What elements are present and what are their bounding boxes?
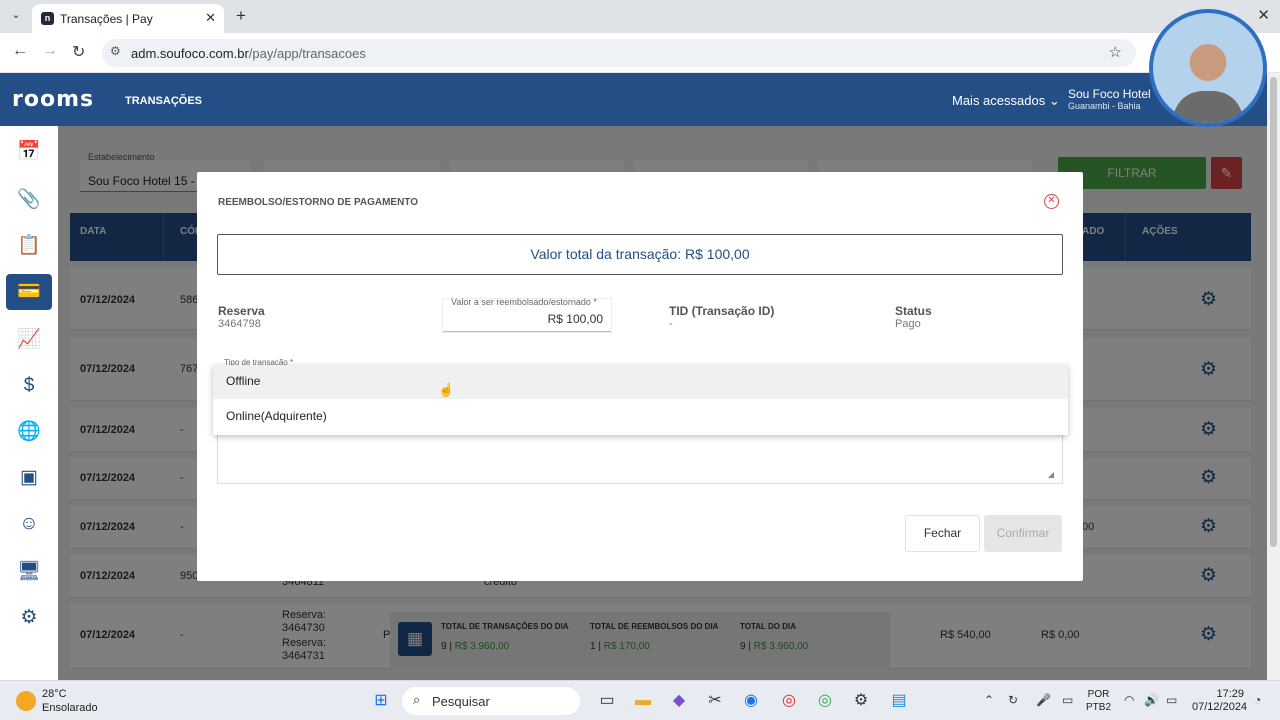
chart-icon[interactable]: 📈 bbox=[6, 322, 52, 358]
chevron-up-icon[interactable]: ⌃ bbox=[984, 693, 994, 707]
modal-title: REEMBOLSO/ESTORNO DE PAGAMENTO bbox=[218, 197, 419, 208]
transaction-type-dropdown: Offline Online(Adquirente) bbox=[213, 365, 1068, 435]
notifications-icon[interactable]: ◔ bbox=[1254, 693, 1261, 707]
snipping-tool-icon[interactable]: ✂ bbox=[704, 690, 726, 712]
search-icon: ⌕ bbox=[413, 692, 421, 707]
mais-acessados-menu[interactable]: Mais acessados ⌄ bbox=[952, 93, 1060, 109]
scrollbar-thumb[interactable] bbox=[1270, 77, 1277, 547]
close-icon[interactable]: ✕ bbox=[1044, 194, 1059, 209]
favicon-icon: n bbox=[41, 12, 54, 25]
notepad-icon[interactable]: ▤ bbox=[888, 690, 910, 712]
url-input[interactable]: ⚙ adm.soufoco.com.br/pay/app/transacoes … bbox=[102, 39, 1136, 67]
back-icon[interactable]: ← bbox=[12, 42, 28, 60]
display-icon[interactable]: ▭ bbox=[1062, 693, 1073, 707]
windows-taskbar: 28°C Ensolarado ⊞ ⌕ Pesquisar ▭ ▬ ◆ ✂ ◉ … bbox=[0, 680, 1280, 720]
chevron-down-icon: ⌄ bbox=[1048, 93, 1060, 108]
window-close-icon[interactable]: ✕ bbox=[1257, 6, 1270, 24]
status-label: Status bbox=[895, 304, 932, 318]
browser-tabbar: ⌄ n Transações | Pay ✕ + ✕ bbox=[0, 0, 1280, 33]
sidebar: 📅 📎 📋 💳 📈 $ 🌐 ▣ ☺ 🖥 ⚙ bbox=[0, 126, 58, 680]
monitor-icon[interactable]: 🖥 bbox=[6, 554, 52, 590]
status-value: Pago bbox=[895, 318, 921, 330]
bookmark-star-icon[interactable]: ☆ bbox=[1109, 43, 1122, 61]
microphone-icon[interactable]: 🎤 bbox=[1036, 693, 1051, 707]
forward-icon[interactable]: → bbox=[42, 42, 58, 60]
payments-icon[interactable]: 💳 bbox=[6, 274, 52, 310]
settings-icon[interactable]: ⚙ bbox=[850, 690, 872, 712]
resize-handle-icon[interactable]: ◢ bbox=[1048, 470, 1054, 479]
attachment-icon[interactable]: 📎 bbox=[6, 182, 52, 218]
reason-textarea[interactable]: ◢ bbox=[217, 432, 1063, 484]
windows-start-icon[interactable]: ⊞ bbox=[370, 690, 392, 712]
language-indicator[interactable]: POR PTB2 bbox=[1086, 688, 1111, 714]
money-icon[interactable]: $ bbox=[6, 368, 52, 404]
transaction-total: Valor total da transação: R$ 100,00 bbox=[217, 234, 1063, 275]
browser-tab[interactable]: n Transações | Pay ✕ bbox=[32, 4, 224, 33]
chrome-active-icon[interactable]: ◎ bbox=[814, 690, 836, 712]
calendar-icon[interactable]: 📅 bbox=[6, 134, 52, 170]
option-online-adquirente[interactable]: Online(Adquirente) bbox=[213, 400, 1068, 434]
file-explorer-icon[interactable]: ▬ bbox=[632, 690, 654, 712]
reserva-label: Reserva bbox=[218, 304, 265, 318]
copilot-icon[interactable]: ◆ bbox=[668, 690, 690, 712]
url-text: adm.soufoco.com.br/pay/app/transacoes bbox=[131, 46, 366, 61]
app-header: rooms TRANSAÇÕES Mais acessados ⌄ Sou Fo… bbox=[0, 73, 1280, 126]
reserva-value: 3464798 bbox=[218, 318, 261, 330]
address-bar: ← → ↻ ⚙ adm.soufoco.com.br/pay/app/trans… bbox=[0, 33, 1280, 73]
tid-label: TID (Transação ID) bbox=[669, 304, 775, 318]
clipboard-icon[interactable]: 📋 bbox=[6, 228, 52, 264]
webcam-overlay bbox=[1149, 9, 1267, 127]
weather-sun-icon[interactable] bbox=[16, 691, 36, 711]
scrollbar[interactable] bbox=[1267, 73, 1280, 680]
option-offline[interactable]: Offline bbox=[213, 365, 1068, 399]
qr-scan-icon[interactable]: ▣ bbox=[6, 460, 52, 496]
site-info-icon[interactable]: ⚙ bbox=[110, 44, 121, 58]
refund-amount-field[interactable]: Valor a ser reembolsado/estornado * R$ 1… bbox=[443, 297, 611, 332]
globe-icon[interactable]: 🌐 bbox=[6, 414, 52, 450]
confirmar-button[interactable]: Confirmar bbox=[984, 515, 1062, 552]
user-settings-icon[interactable]: ⚙ bbox=[6, 600, 52, 636]
battery-icon[interactable]: ▭ bbox=[1166, 693, 1177, 707]
system-clock[interactable]: 17:29 07/12/2024 bbox=[1192, 688, 1247, 714]
edge-icon[interactable]: ◉ bbox=[740, 690, 762, 712]
weather-temp[interactable]: 28°C bbox=[42, 688, 67, 700]
sync-icon[interactable]: ↻ bbox=[1008, 693, 1018, 707]
rooms-logo[interactable]: rooms bbox=[12, 87, 94, 112]
new-tab-icon[interactable]: + bbox=[236, 6, 246, 26]
hotel-city: Guanambi - Bahia bbox=[1068, 101, 1141, 111]
wifi-icon[interactable]: ◠ bbox=[1124, 693, 1134, 707]
fechar-button[interactable]: Fechar bbox=[905, 515, 980, 552]
reload-icon[interactable]: ↻ bbox=[72, 42, 85, 62]
tab-title: Transações | Pay bbox=[60, 12, 153, 26]
close-icon[interactable]: ✕ bbox=[205, 10, 216, 26]
task-view-icon[interactable]: ▭ bbox=[596, 690, 618, 712]
volume-icon[interactable]: 🔊 bbox=[1144, 693, 1159, 707]
tid-value: - bbox=[669, 318, 673, 330]
tab-search-icon[interactable]: ⌄ bbox=[6, 8, 26, 26]
chrome-icon[interactable]: ◎ bbox=[778, 690, 800, 712]
weather-desc[interactable]: Ensolarado bbox=[42, 702, 98, 714]
hand-cursor-icon: ☝ bbox=[438, 382, 455, 397]
taskbar-search[interactable]: ⌕ Pesquisar bbox=[402, 687, 580, 715]
nav-transacoes[interactable]: TRANSAÇÕES bbox=[125, 95, 202, 107]
hotel-name: Sou Foco Hotel bbox=[1068, 87, 1151, 101]
smile-icon[interactable]: ☺ bbox=[6, 506, 52, 542]
